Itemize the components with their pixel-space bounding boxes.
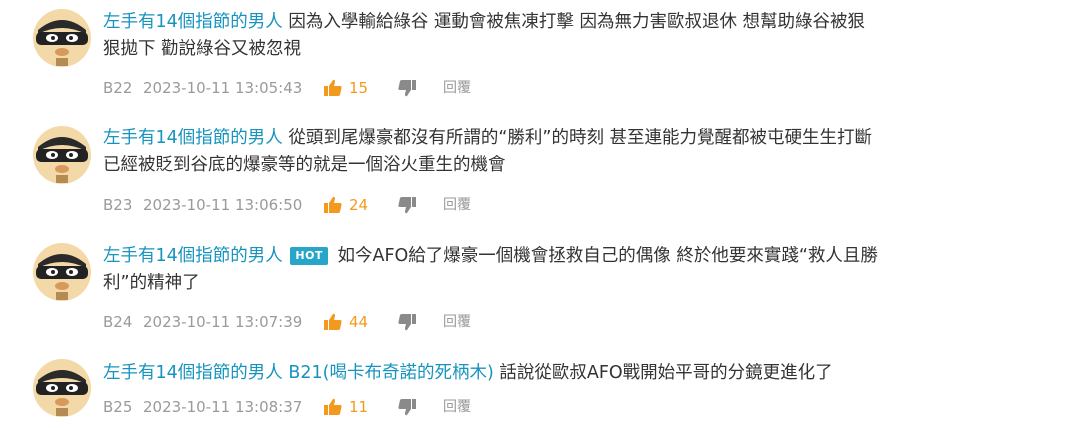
like-button[interactable]: 11 xyxy=(323,396,389,418)
dislike-button[interactable] xyxy=(397,78,417,98)
reply-button[interactable]: 回覆 xyxy=(443,77,471,99)
like-button[interactable]: 24 xyxy=(323,194,389,216)
comment-text: 從頭到尾爆豪都沒有所謂的“勝利”的時刻 甚至連能力覺醒都被屯硬生生打斷 xyxy=(282,128,873,148)
like-count: 44 xyxy=(349,313,369,331)
like-button[interactable]: 44 xyxy=(323,311,389,333)
avatar[interactable] xyxy=(32,8,92,68)
masked-face-icon xyxy=(33,9,91,67)
masked-face-icon xyxy=(33,359,91,417)
comment-meta: B22 2023-10-11 13:05:43 15 回覆 xyxy=(103,77,471,99)
comment-text: 狠拋下 勸說綠谷又被忽視 xyxy=(103,39,302,59)
timestamp: 2023-10-11 13:07:39 xyxy=(143,313,303,331)
comment-text: 話說從歐叔AFO戰開始平哥的分鏡更進化了 xyxy=(493,363,833,383)
comment-text: 因為入學輸給綠谷 運動會被焦凍打擊 因為無力害歐叔退休 想幫助綠谷被狠 xyxy=(282,12,866,32)
hot-badge: HOT xyxy=(290,247,328,265)
author-name[interactable]: 左手有14個指節的男人 xyxy=(103,363,283,383)
timestamp: 2023-10-11 13:06:50 xyxy=(143,196,303,214)
dislike-button[interactable] xyxy=(397,397,417,417)
avatar[interactable] xyxy=(32,358,92,418)
thumbs-up-icon xyxy=(324,79,342,96)
comment-meta: B25 2023-10-11 13:08:37 11 回覆 xyxy=(103,396,471,418)
timestamp: 2023-10-11 13:05:43 xyxy=(143,79,303,97)
comment-body: 左手有14個指節的男人 HOT 如今AFO給了爆豪一個機會拯救自己的偶像 終於他… xyxy=(103,243,1043,297)
dislike-button[interactable] xyxy=(397,195,417,215)
comment-text: 如今AFO給了爆豪一個機會拯救自己的偶像 終於他要來實踐“救人且勝 xyxy=(331,246,878,266)
reply-button[interactable]: 回覆 xyxy=(443,396,471,418)
comment-meta: B23 2023-10-11 13:06:50 24 回覆 xyxy=(103,194,471,216)
thumbs-up-icon xyxy=(324,196,342,213)
like-count: 15 xyxy=(349,79,369,97)
comment-body: 左手有14個指節的男人 因為入學輸給綠谷 運動會被焦凍打擊 因為無力害歐叔退休 … xyxy=(103,9,1043,63)
comment-meta: B24 2023-10-11 13:07:39 44 回覆 xyxy=(103,311,471,333)
masked-face-icon xyxy=(33,243,91,301)
thumbs-down-icon xyxy=(398,314,416,331)
thumbs-down-icon xyxy=(398,399,416,416)
masked-face-icon xyxy=(33,126,91,184)
reply-button[interactable]: 回覆 xyxy=(443,194,471,216)
like-count: 11 xyxy=(349,398,369,416)
reply-button[interactable]: 回覆 xyxy=(443,311,471,333)
floor-number: B23 xyxy=(103,196,133,214)
comment-body: 左手有14個指節的男人 B21(喝卡布奇諾的死柄木) 話說從歐叔AFO戰開始平哥… xyxy=(103,360,1043,387)
avatar[interactable] xyxy=(32,242,92,302)
thumbs-up-icon xyxy=(324,313,342,330)
thumbs-down-icon xyxy=(398,80,416,97)
thumbs-down-icon xyxy=(398,197,416,214)
author-name[interactable]: 左手有14個指節的男人 xyxy=(103,246,283,266)
avatar[interactable] xyxy=(32,125,92,185)
floor-number: B24 xyxy=(103,313,133,331)
comment-list: 左手有14個指節的男人 因為入學輸給綠谷 運動會被焦凍打擊 因為無力害歐叔退休 … xyxy=(0,0,1079,428)
comment-text: 已經被貶到谷底的爆豪等的就是一個浴火重生的機會 xyxy=(103,155,506,175)
like-count: 24 xyxy=(349,196,369,214)
dislike-button[interactable] xyxy=(397,312,417,332)
reply-to-link[interactable]: B21(喝卡布奇諾的死柄木) xyxy=(288,363,493,383)
floor-number: B25 xyxy=(103,398,133,416)
floor-number: B22 xyxy=(103,79,133,97)
comment-body: 左手有14個指節的男人 從頭到尾爆豪都沒有所謂的“勝利”的時刻 甚至連能力覺醒都… xyxy=(103,125,1043,179)
comment-text: 利”的精神了 xyxy=(103,273,200,293)
timestamp: 2023-10-11 13:08:37 xyxy=(143,398,303,416)
author-name[interactable]: 左手有14個指節的男人 xyxy=(103,12,283,32)
like-button[interactable]: 15 xyxy=(323,77,389,99)
author-name[interactable]: 左手有14個指節的男人 xyxy=(103,128,283,148)
thumbs-up-icon xyxy=(324,398,342,415)
